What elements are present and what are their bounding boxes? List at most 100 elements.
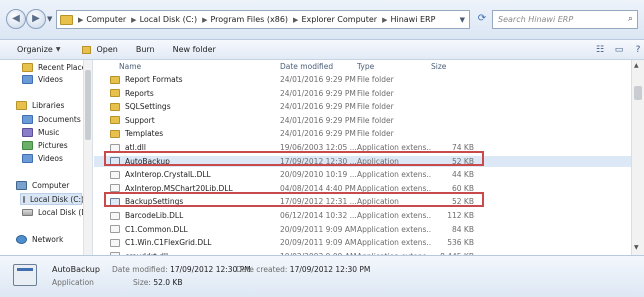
organize-button[interactable]: Organize ▼ <box>17 45 60 54</box>
file-list-scrollbar-thumb[interactable] <box>634 86 642 100</box>
search-icon: ⌕ <box>627 14 633 24</box>
file-name-cell: Report Formats <box>110 74 270 85</box>
refresh-icon[interactable]: ⟳ <box>474 11 490 28</box>
dll-file-icon <box>110 225 120 234</box>
file-row[interactable]: Reports 24/01/2016 9:29 PM File folder <box>94 88 631 99</box>
nav-item-computer[interactable]: Computer <box>16 181 69 190</box>
folder-icon <box>110 89 120 98</box>
file-name-cell: Support <box>110 115 270 126</box>
file-name-cell: BarcodeLib.DLL <box>110 210 270 221</box>
scroll-down-icon[interactable]: ▼ <box>634 244 639 251</box>
file-date-cell: 20/09/2011 9:09 AM <box>280 238 357 248</box>
breadcrumb-program-files[interactable]: ▶ Program Files (x86) <box>197 15 288 24</box>
file-type-cell: File folder <box>357 102 394 112</box>
back-arrow-icon[interactable]: ◀ <box>6 9 26 29</box>
nav-scrollbar[interactable] <box>83 60 92 255</box>
nav-item-libraries[interactable]: Libraries <box>16 101 64 110</box>
open-icon <box>82 45 92 54</box>
nav-item-local-disk-c[interactable]: Local Disk (C:) <box>20 193 84 205</box>
pictures-icon <box>22 141 33 150</box>
details-date-created: Date created: 17/09/2012 12:30 PM <box>236 265 371 274</box>
column-header-type[interactable]: Type <box>357 62 374 71</box>
file-row[interactable]: Templates 24/01/2016 9:29 PM File folder <box>94 128 631 139</box>
application-icon <box>13 264 37 286</box>
file-type-cell: File folder <box>357 129 394 139</box>
file-list-scrollbar[interactable]: ▲ ▼ <box>631 60 644 255</box>
file-list: Name Date modified Type Size Report Form… <box>94 60 631 261</box>
details-file-name: AutoBackup <box>52 265 100 274</box>
file-date-cell: 20/09/2011 9:09 AM <box>280 224 357 234</box>
address-bar: ◀ ▶ ▼ ▶ Computer ▶ Local Disk (C:) ▶ Progra… <box>0 0 644 40</box>
file-date-cell: 24/01/2016 9:29 PM <box>280 129 356 139</box>
file-row[interactable]: BarcodeLib.DLL 06/12/2014 10:32 ... Applic… <box>94 210 631 221</box>
details-date-modified: Date modified: 17/09/2012 12:30 PM <box>112 265 251 274</box>
forward-arrow-icon[interactable]: ▶ <box>26 9 46 29</box>
highlight-box-backupsettings <box>104 192 484 207</box>
videos-icon <box>22 75 33 84</box>
drive-icon <box>23 195 25 203</box>
file-row[interactable]: Support 24/01/2016 9:29 PM File folder <box>94 115 631 126</box>
file-date-cell: 06/12/2014 10:32 ... <box>280 211 357 220</box>
burn-button[interactable]: Burn <box>136 45 155 54</box>
file-row[interactable]: C1.Win.C1FlexGrid.DLL 20/09/2011 9:09 AM A… <box>94 237 631 248</box>
nav-item-videos-favorites[interactable]: Videos <box>22 75 63 84</box>
file-type-cell: File folder <box>357 75 394 84</box>
nav-scrollbar-thumb[interactable] <box>85 70 91 140</box>
videos-icon <box>22 154 33 163</box>
file-type-cell: File folder <box>357 88 394 98</box>
preview-pane-icon[interactable]: ▭ <box>611 43 627 57</box>
file-name-cell: SQLSettings <box>110 101 270 112</box>
folder-icon <box>110 129 120 138</box>
details-pane: AutoBackup Application Date modified: 17… <box>0 255 644 297</box>
breadcrumb[interactable]: ▶ Computer ▶ Local Disk (C:) ▶ Program File… <box>56 10 470 29</box>
nav-item-pictures[interactable]: Pictures <box>22 141 68 150</box>
folder-icon <box>110 116 120 125</box>
music-icon <box>22 128 33 137</box>
column-header-date-modified[interactable]: Date modified <box>280 62 333 71</box>
breadcrumb-local-disk-c[interactable]: ▶ Local Disk (C:) <box>126 15 197 24</box>
new-folder-button[interactable]: New folder <box>173 45 216 54</box>
column-header-size[interactable]: Size <box>431 62 446 71</box>
breadcrumb-hinawi-erp[interactable]: ▶ Hinawi ERP <box>377 15 435 24</box>
file-date-cell: 24/01/2016 9:29 PM <box>280 75 356 84</box>
folder-icon <box>110 75 120 84</box>
change-view-icon[interactable]: ☷ <box>592 43 608 57</box>
address-chevron-down-icon[interactable]: ▼ <box>460 16 465 24</box>
nav-item-documents[interactable]: Documents <box>22 115 81 124</box>
computer-icon <box>16 181 27 190</box>
file-type-cell: File folder <box>357 115 394 125</box>
folder-icon <box>110 102 120 111</box>
file-size-cell: 44 KB <box>452 170 474 180</box>
nav-item-music[interactable]: Music <box>22 128 59 137</box>
nav-item-recent-places[interactable]: Recent Places <box>22 63 90 72</box>
file-row[interactable]: Report Formats 24/01/2016 9:29 PM File fol… <box>94 74 631 85</box>
file-name-cell: Reports <box>110 88 270 99</box>
dll-file-icon <box>110 170 120 179</box>
file-row[interactable]: SQLSettings 24/01/2016 9:29 PM File folder <box>94 101 631 112</box>
search-input[interactable]: Search Hinawi ERP ⌕ <box>492 10 638 29</box>
documents-icon <box>22 115 33 124</box>
scroll-up-icon[interactable]: ▲ <box>634 62 639 69</box>
nav-item-videos-library[interactable]: Videos <box>22 154 63 163</box>
network-icon <box>16 235 27 244</box>
details-file-type: Application <box>52 278 94 287</box>
command-bar: Organize ▼ Open Burn New folder ☷ ▭ ? <box>0 40 644 60</box>
breadcrumb-explorer-computer[interactable]: ▶ Explorer Computer <box>288 15 377 24</box>
file-row[interactable]: AxInterop.CrystalL.DLL 20/09/2010 10:19 .… <box>94 169 631 180</box>
folder-icon <box>60 14 73 25</box>
nav-item-network[interactable]: Network <box>16 235 63 244</box>
breadcrumb-computer[interactable]: ▶ Computer <box>73 15 126 24</box>
recent-places-icon <box>22 63 33 72</box>
file-name-cell: Templates <box>110 128 270 139</box>
file-row[interactable]: C1.Common.DLL 20/09/2011 9:09 AM Applicati… <box>94 224 631 235</box>
open-button[interactable]: Open <box>82 45 118 54</box>
nav-item-local-disk-d[interactable]: Local Disk (D:) <box>22 208 92 217</box>
highlight-box-autobackup <box>104 151 484 166</box>
file-name-cell: AxInterop.CrystalL.DLL <box>110 169 270 180</box>
dll-file-icon <box>110 238 120 247</box>
recent-pages-chevron-icon[interactable]: ▼ <box>47 15 52 23</box>
column-header-name[interactable]: Name <box>119 62 141 71</box>
file-date-cell: 20/09/2010 10:19 ... <box>280 170 357 180</box>
help-icon[interactable]: ? <box>630 43 644 57</box>
file-size-cell: 84 KB <box>452 224 474 234</box>
